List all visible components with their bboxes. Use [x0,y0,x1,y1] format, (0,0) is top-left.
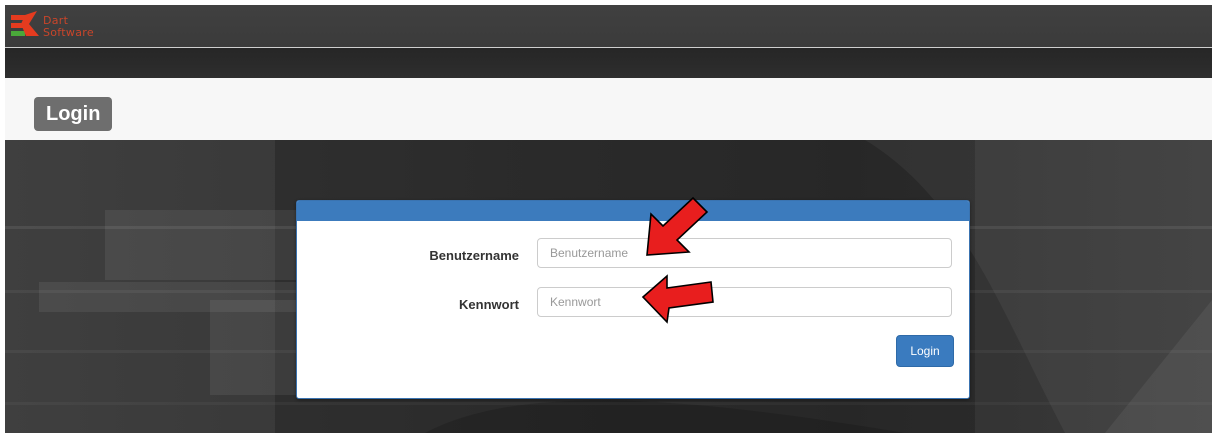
page-title: Login [34,97,113,131]
dart-software-logo[interactable]: Dart Software [11,11,151,43]
logo-text-line2: Software [43,26,94,39]
login-button[interactable]: Login [896,335,954,367]
password-input[interactable] [537,287,952,317]
top-header: Dart Software [5,5,1212,48]
logo-text: Dart Software [43,15,94,39]
red-arrow-icon [646,196,709,256]
title-band: Login [5,78,1212,141]
red-arrow-icon [641,274,714,324]
login-panel-header [297,201,969,221]
app-frame: Dart Software Login Benutzername Kennwor… [5,5,1212,433]
username-input[interactable] [537,238,952,268]
login-panel: Benutzername Kennwort Login [296,200,970,399]
password-label: Kennwort [459,297,519,312]
username-label: Benutzername [429,248,519,263]
header-strip [5,48,1212,78]
logo-icon [11,11,39,36]
